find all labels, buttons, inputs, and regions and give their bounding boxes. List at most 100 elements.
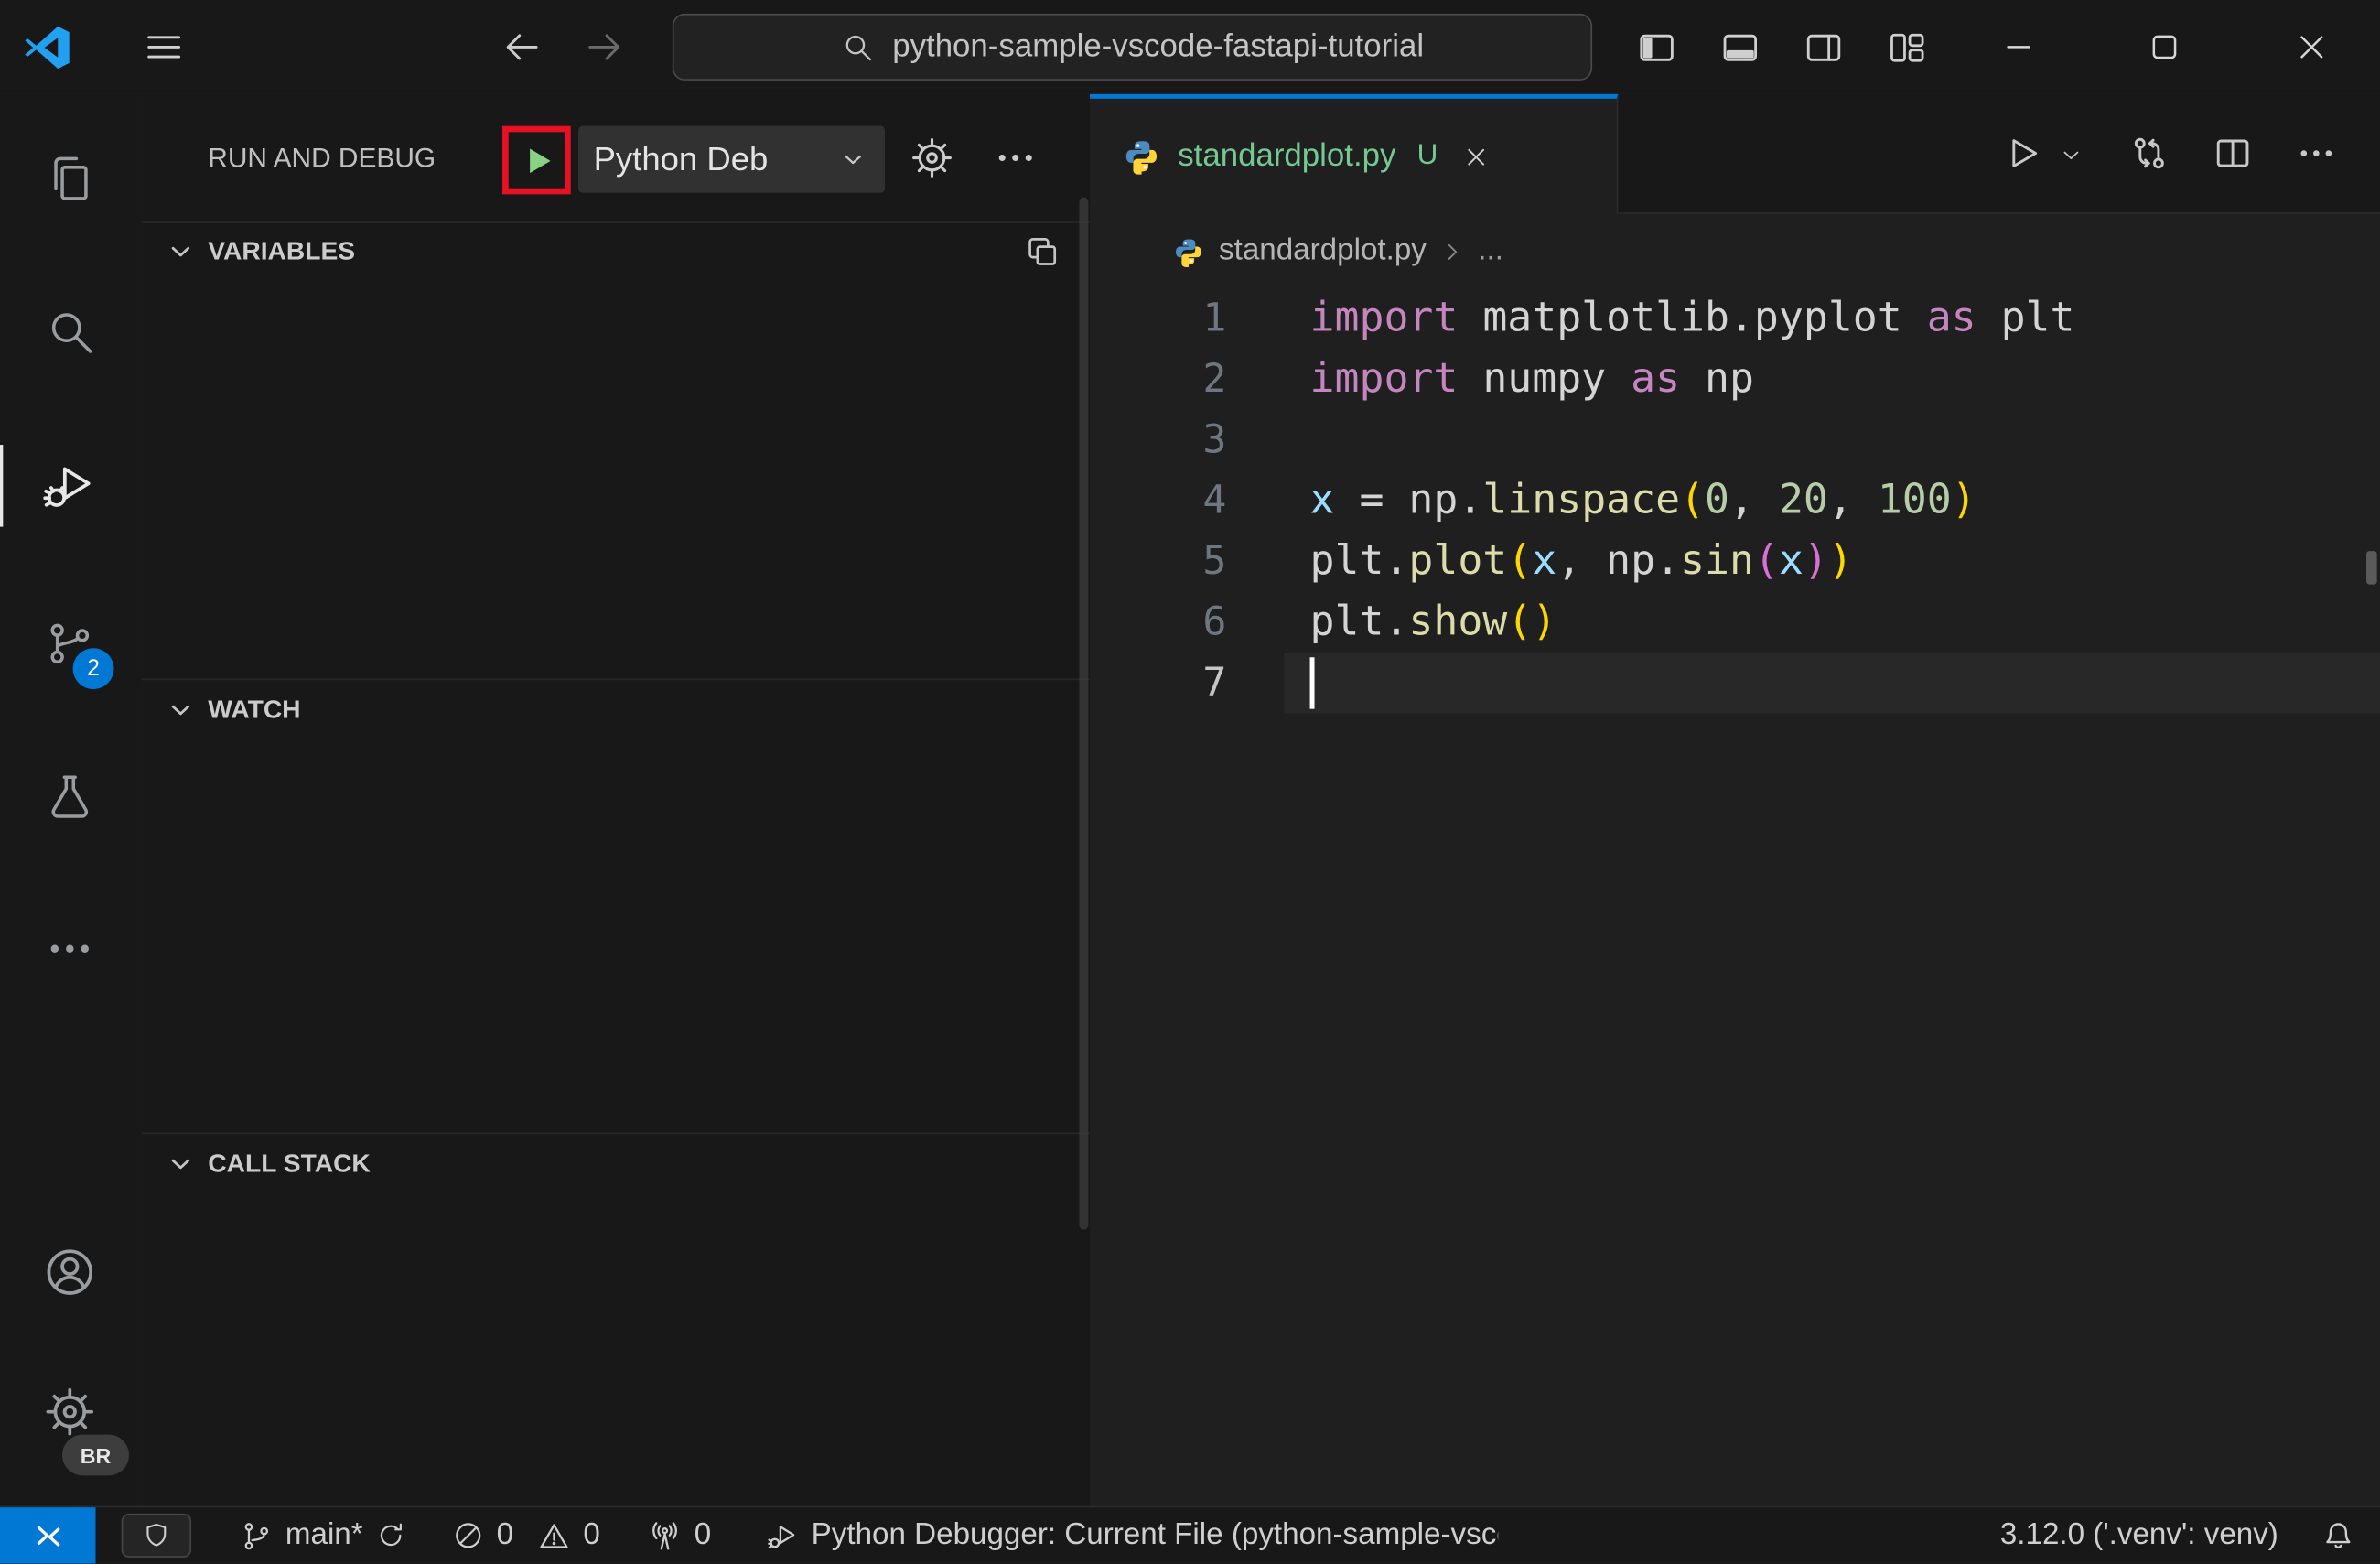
code-line-2[interactable]: 2 import numpy as np — [1090, 350, 2380, 410]
annotation-highlight-box — [502, 125, 571, 195]
sidebar-scrollbar[interactable] — [1079, 197, 1089, 1230]
sync-icon — [381, 1523, 403, 1547]
code-token: ) — [1951, 476, 1976, 524]
code-line-6[interactable]: 6 plt.show() — [1090, 592, 2380, 653]
settings-gear-icon — [46, 1387, 94, 1436]
close-tab-button[interactable] — [1462, 142, 1492, 171]
breadcrumb[interactable]: standardplot.py ... — [1090, 214, 2380, 288]
toggle-sidebar-icon[interactable] — [1636, 27, 1677, 69]
breadcrumb-file[interactable]: standardplot.py — [1219, 233, 1427, 268]
code-line-7[interactable]: 7 — [1090, 653, 2380, 714]
sidebar-item-run-debug[interactable] — [0, 433, 140, 539]
close-button[interactable] — [2284, 20, 2339, 75]
minimize-button[interactable] — [1991, 20, 2046, 75]
python-version-status[interactable]: 3.12.0 ('.venv': venv) — [2000, 1518, 2278, 1553]
code-content[interactable] — [1284, 410, 2380, 470]
back-arrow-icon[interactable] — [501, 26, 543, 68]
explorer-icon — [54, 156, 88, 200]
code-token: ( — [1754, 537, 1779, 585]
run-file-button[interactable] — [2000, 132, 2042, 174]
search-icon — [841, 30, 874, 63]
maximize-button[interactable] — [2138, 20, 2192, 75]
code-token: , — [1729, 476, 1779, 524]
code-token: as — [1631, 355, 1681, 403]
sidebar-item-explorer[interactable] — [0, 126, 140, 232]
code-content[interactable] — [1284, 653, 2380, 714]
search-text: python-sample-vscode-fastapi-tutorial — [892, 28, 1425, 64]
editor-more-actions-icon[interactable] — [2295, 132, 2337, 182]
source-control-badge: 2 — [72, 648, 114, 690]
code-token: show — [1408, 598, 1508, 645]
split-editor-icon[interactable] — [2212, 132, 2254, 174]
tab-standardplot[interactable]: standardplot.py U — [1090, 93, 1619, 214]
start-debugging-button[interactable] — [517, 140, 556, 179]
tab-bar: standardplot.py U — [1090, 93, 2380, 214]
code-content[interactable]: x = np.linspace(0, 20, 100) — [1284, 470, 2380, 531]
forward-arrow-icon[interactable] — [583, 26, 625, 68]
code-content[interactable]: plt.show() — [1284, 592, 2380, 653]
line-number: 6 — [1202, 599, 1227, 645]
sidebar-item-source-control[interactable] — [0, 590, 140, 696]
command-center-search[interactable]: python-sample-vscode-fastapi-tutorial — [672, 13, 1593, 81]
sidebar-item-search[interactable] — [0, 278, 140, 384]
code-token: plt. — [1309, 598, 1409, 645]
run-debug-icon — [43, 467, 91, 507]
section-label: CALL STACK — [208, 1148, 371, 1178]
ports-status[interactable]: 0 — [649, 1518, 711, 1553]
code-line-5[interactable]: 5 plt.plot(x, np.sin(x)) — [1090, 532, 2380, 592]
notifications-button[interactable] — [2321, 1518, 2355, 1553]
section-variables[interactable]: VARIABLES — [141, 221, 1090, 282]
debug-settings-gear-icon[interactable] — [910, 135, 955, 181]
scrollbar-thumb[interactable] — [2366, 551, 2377, 585]
code-content[interactable]: plt.plot(x, np.sin(x)) — [1284, 532, 2380, 592]
branch-name: main* — [285, 1517, 363, 1552]
code-token: plt — [1976, 294, 2075, 342]
sidebar-item-testing[interactable] — [0, 744, 140, 850]
status-bar: main* 0 0 0 Python Debugger: Current Fil… — [0, 1505, 2380, 1564]
collapse-all-icon[interactable] — [1023, 232, 1062, 272]
ports-count: 0 — [694, 1517, 712, 1552]
code-line-1[interactable]: 1 import matplotlib.pyplot as plt — [1090, 288, 2380, 349]
breadcrumb-more[interactable]: ... — [1478, 233, 1503, 268]
python-icon — [1176, 238, 1201, 267]
menu-icon[interactable] — [143, 26, 185, 68]
code-content[interactable]: import matplotlib.pyplot as plt — [1284, 288, 2380, 349]
branch-status[interactable]: main* — [240, 1518, 407, 1553]
workspace-trust-button[interactable] — [121, 1513, 192, 1558]
customize-layout-icon[interactable] — [1887, 27, 1928, 69]
run-and-debug-panel: RUN AND DEBUG Python Deb VARIABLES WATCH… — [141, 93, 1091, 1508]
code-editor[interactable]: 1 import matplotlib.pyplot as plt 2 import … — [1090, 288, 2380, 1507]
code-token: import — [1309, 294, 1459, 342]
code-token: ( — [1507, 598, 1533, 645]
line-number: 3 — [1202, 417, 1227, 463]
code-token: 20 — [1778, 476, 1828, 524]
profile-badge[interactable]: BR — [62, 1434, 129, 1476]
code-token: = np. — [1334, 476, 1483, 524]
code-token: ) — [1532, 598, 1557, 645]
line-number: 5 — [1202, 538, 1227, 585]
toggle-panel-icon[interactable] — [1719, 27, 1761, 69]
code-content[interactable]: import numpy as np — [1284, 350, 2380, 410]
problems-status[interactable]: 0 0 — [453, 1518, 600, 1553]
radio-tower-icon — [652, 1521, 678, 1549]
debug-more-actions-icon[interactable] — [993, 135, 1039, 189]
sidebar-item-more-views[interactable] — [0, 896, 140, 1002]
line-number: 1 — [1202, 296, 1227, 342]
debug-config-dropdown[interactable]: Python Deb — [578, 125, 886, 193]
toggle-secondary-sidebar-icon[interactable] — [1804, 27, 1845, 69]
remote-indicator[interactable] — [0, 1507, 96, 1564]
code-token: x — [1309, 476, 1335, 524]
run-dropdown-chevron-icon[interactable] — [2058, 143, 2084, 168]
debug-status-icon — [767, 1525, 794, 1548]
account-button[interactable] — [0, 1219, 140, 1325]
section-watch[interactable]: WATCH — [141, 678, 1091, 739]
code-token: , — [1827, 476, 1878, 524]
section-call-stack[interactable]: CALL STACK — [141, 1132, 1091, 1192]
text-cursor — [1309, 657, 1315, 709]
git-status-untracked: U — [1416, 139, 1438, 172]
code-token: x — [1778, 537, 1804, 585]
code-line-4[interactable]: 4 x = np.linspace(0, 20, 100) — [1090, 470, 2380, 531]
code-line-3[interactable]: 3 — [1090, 410, 2380, 470]
debug-status[interactable]: Python Debugger: Current File (python-sa… — [766, 1518, 1497, 1553]
compare-changes-icon[interactable] — [2128, 132, 2170, 174]
